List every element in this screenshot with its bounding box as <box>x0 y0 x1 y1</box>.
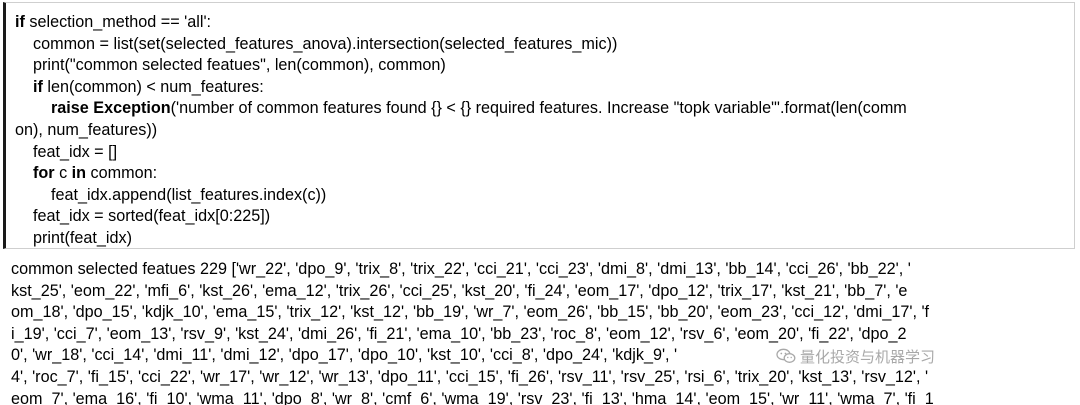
code-line: on), num_features)) <box>15 120 1073 142</box>
wechat-icon <box>776 348 796 363</box>
output-line: kst_25', 'eom_22', 'mfi_6', 'kst_26', 'e… <box>11 281 908 300</box>
code-line: common = list(set(selected_features_anov… <box>15 34 1073 56</box>
code-text: feat_idx = sorted(feat_idx[0:225]) <box>15 207 271 226</box>
code-line: raise Exception('number of common featur… <box>15 98 1073 120</box>
code-line: feat_idx.append(list_features.index(c)) <box>15 185 1073 207</box>
code-line: feat_idx = sorted(feat_idx[0:225]) <box>15 206 1073 228</box>
output-line: i_19', 'cci_7', 'eom_13', 'rsv_9', 'kst_… <box>11 324 907 343</box>
code-text: ('number of common features found {} < {… <box>170 99 907 118</box>
watermark-text: 量化投资与机器学习 <box>800 347 936 366</box>
code-keyword: in <box>71 164 87 183</box>
watermark: 量化投资与机器学习 <box>772 345 940 367</box>
code-editor[interactable]: if selection_method == 'all': common = l… <box>15 12 1073 248</box>
code-line: if len(common) < num_features: <box>15 77 1073 99</box>
code-keyword: for <box>33 164 55 183</box>
code-text: print("common selected featues", len(com… <box>15 56 446 75</box>
cell-output: common selected featues 229 ['wr_22', 'd… <box>11 259 1071 405</box>
code-line: feat_idx = [] <box>15 142 1073 164</box>
code-line: if selection_method == 'all': <box>15 12 1073 34</box>
code-line: for c in common: <box>15 163 1073 185</box>
code-text: len(common) < num_features: <box>42 77 264 96</box>
code-text: print(feat_idx) <box>15 228 132 247</box>
output-line: 4', 'roc_7', 'fi_15', 'cci_22', 'wr_17',… <box>11 367 929 386</box>
code-text: c <box>54 164 72 183</box>
code-line: print("common selected featues", len(com… <box>15 55 1073 77</box>
code-text: feat_idx = [] <box>15 142 118 161</box>
code-text: feat_idx.append(list_features.index(c)) <box>15 185 327 204</box>
code-text: common = list(set(selected_features_anov… <box>15 34 618 53</box>
code-line: print(feat_idx) <box>15 228 1073 248</box>
code-text: selection_method == 'all': <box>24 13 212 31</box>
output-line: eom_7', 'ema_16', 'fi_10', 'wma_11', 'dp… <box>11 389 934 405</box>
code-cell[interactable]: if selection_method == 'all': common = l… <box>3 2 1075 249</box>
code-text: on), num_features)) <box>15 120 158 139</box>
code-keyword: if <box>15 13 25 31</box>
code-keyword: raise Exception <box>50 99 171 118</box>
output-line: om_18', 'dpo_15', 'kdjk_10', 'ema_15', '… <box>11 303 930 322</box>
output-line: common selected featues 229 ['wr_22', 'd… <box>11 260 911 278</box>
code-text: common: <box>86 164 158 183</box>
notebook-page: if selection_method == 'all': common = l… <box>0 0 1080 405</box>
code-keyword: if <box>33 77 43 96</box>
